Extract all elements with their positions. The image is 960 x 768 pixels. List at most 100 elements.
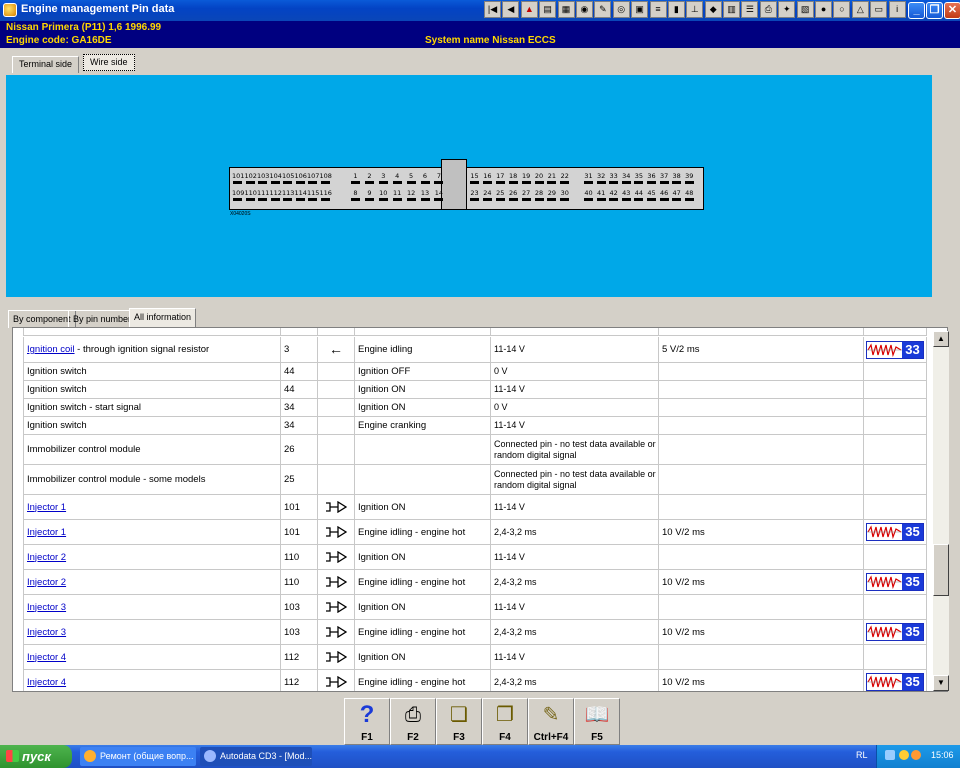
pin-terminal[interactable] (482, 198, 492, 201)
tab-terminal-side[interactable]: Terminal side (12, 56, 80, 73)
waveform-cell[interactable]: 35 (864, 570, 927, 594)
pin-terminal[interactable] (392, 181, 402, 184)
tab-by-component[interactable]: By component (8, 310, 76, 328)
scroll-thumb[interactable] (933, 544, 949, 596)
pin-terminal[interactable] (258, 181, 267, 184)
pin-terminal[interactable] (364, 181, 374, 184)
first-icon[interactable]: |◀ (484, 1, 501, 18)
pin-terminal[interactable] (584, 198, 593, 201)
diagram-icon[interactable]: ◆ (704, 1, 722, 18)
gauge-icon[interactable]: ◎ (612, 1, 630, 18)
car-icon[interactable]: ▭ (870, 1, 888, 18)
pin-terminal[interactable] (378, 198, 388, 201)
wrench-icon[interactable]: ✎ (594, 1, 612, 18)
pin-terminal[interactable] (270, 198, 280, 201)
prev-icon[interactable]: ◀ (502, 1, 520, 18)
pin-terminal[interactable] (351, 181, 360, 184)
pin-terminal[interactable] (684, 181, 694, 184)
start-button[interactable]: пуск (0, 745, 72, 768)
pin-terminal[interactable] (659, 198, 669, 201)
close-button[interactable]: ✕ (944, 2, 960, 19)
pin-terminal[interactable] (434, 181, 444, 184)
waveform-cell[interactable]: 35 (864, 620, 927, 644)
pin-terminal[interactable] (534, 181, 544, 184)
component-link[interactable]: Injector 3 (27, 602, 66, 613)
task-browser[interactable]: Ремонт (общие вопр... (80, 747, 196, 766)
f1-help-button[interactable]: ? F1 (344, 698, 390, 745)
info-icon[interactable]: i (888, 1, 906, 18)
doc-icon[interactable]: ▤ (539, 1, 557, 18)
pin-terminal[interactable] (406, 181, 416, 184)
pin-terminal[interactable] (482, 181, 492, 184)
pin-terminal[interactable] (295, 198, 305, 201)
pin-terminal[interactable] (245, 198, 255, 201)
pin-terminal[interactable] (434, 198, 444, 201)
pin-terminal[interactable] (584, 181, 593, 184)
graph-icon[interactable]: ▧ (796, 1, 814, 18)
component-link[interactable]: Injector 3 (27, 627, 66, 638)
pin-terminal[interactable] (659, 181, 669, 184)
f2-print-button[interactable]: ⎙ F2 (390, 698, 436, 745)
component-link[interactable]: Injector 2 (27, 577, 66, 588)
network-icon[interactable] (885, 750, 895, 760)
pin-terminal[interactable] (470, 198, 479, 201)
light-icon[interactable]: △ (851, 1, 869, 18)
pin-terminal[interactable] (308, 181, 317, 184)
pin-terminal[interactable] (245, 181, 255, 184)
minimize-button[interactable]: _ (908, 2, 925, 19)
pin-terminal[interactable] (672, 198, 682, 201)
pin-terminal[interactable] (596, 198, 606, 201)
data-icon[interactable]: ▥ (723, 1, 741, 18)
pin-terminal[interactable] (378, 181, 388, 184)
print-icon[interactable]: ⎙ (759, 1, 777, 18)
pin-terminal[interactable] (560, 198, 570, 201)
f5-book-button[interactable]: 📖 F5 (574, 698, 620, 745)
components-icon[interactable]: ▣ (631, 1, 649, 18)
volume-icon[interactable] (911, 750, 921, 760)
waveform-button[interactable]: 33 (866, 340, 924, 359)
pin-terminal[interactable] (508, 198, 518, 201)
waveform-cell[interactable]: 35 (864, 520, 927, 544)
warning-icon[interactable]: ▲ (520, 1, 538, 18)
f3-copy-button[interactable]: ❏ F3 (436, 698, 482, 745)
pin-terminal[interactable] (534, 198, 544, 201)
waveform-cell[interactable]: 33 (864, 337, 927, 362)
timing-icon[interactable]: ≡ (649, 1, 667, 18)
pin-terminal[interactable] (320, 181, 330, 184)
f4-copy-all-button[interactable]: ❐ F4 (482, 698, 528, 745)
component-link[interactable]: Injector 2 (27, 552, 66, 563)
waveform-button[interactable]: 35 (866, 673, 924, 691)
pin-terminal[interactable] (283, 181, 292, 184)
language-indicator[interactable]: RL (856, 750, 868, 760)
pin-terminal[interactable] (420, 181, 430, 184)
waveform-button[interactable]: 35 (866, 623, 924, 641)
component-link[interactable]: Injector 4 (27, 677, 66, 688)
pin-terminal[interactable] (647, 181, 656, 184)
component-link[interactable]: Injector 1 (27, 502, 66, 513)
lift-icon[interactable]: ⊥ (686, 1, 704, 18)
wheel-icon[interactable]: ○ (833, 1, 851, 18)
pin-terminal[interactable] (560, 181, 570, 184)
camera-icon[interactable]: ◉ (575, 1, 593, 18)
pin-terminal[interactable] (270, 181, 280, 184)
ecu-icon[interactable]: ● (815, 1, 833, 18)
scroll-down-icon[interactable]: ▼ (933, 675, 949, 691)
pin-terminal[interactable] (609, 181, 619, 184)
waveform-button[interactable]: 35 (866, 523, 924, 541)
pin-terminal[interactable] (258, 198, 267, 201)
pin-terminal[interactable] (470, 181, 479, 184)
tools-icon[interactable]: ✦ (778, 1, 796, 18)
pin-terminal[interactable] (406, 198, 416, 201)
component-link[interactable]: Injector 1 (27, 527, 66, 538)
tab-all-information[interactable]: All information (129, 308, 197, 328)
pin-terminal[interactable] (308, 198, 317, 201)
table-scrollbar[interactable]: ▲ ▼ (933, 331, 949, 691)
pin-terminal[interactable] (495, 198, 505, 201)
restore-button[interactable]: ❐ (926, 2, 943, 19)
scroll-up-icon[interactable]: ▲ (933, 331, 949, 347)
pin-terminal[interactable] (621, 181, 631, 184)
pin-terminal[interactable] (521, 181, 531, 184)
pin-terminal[interactable] (634, 181, 644, 184)
pin-terminal[interactable] (320, 198, 330, 201)
pin-terminal[interactable] (295, 181, 305, 184)
